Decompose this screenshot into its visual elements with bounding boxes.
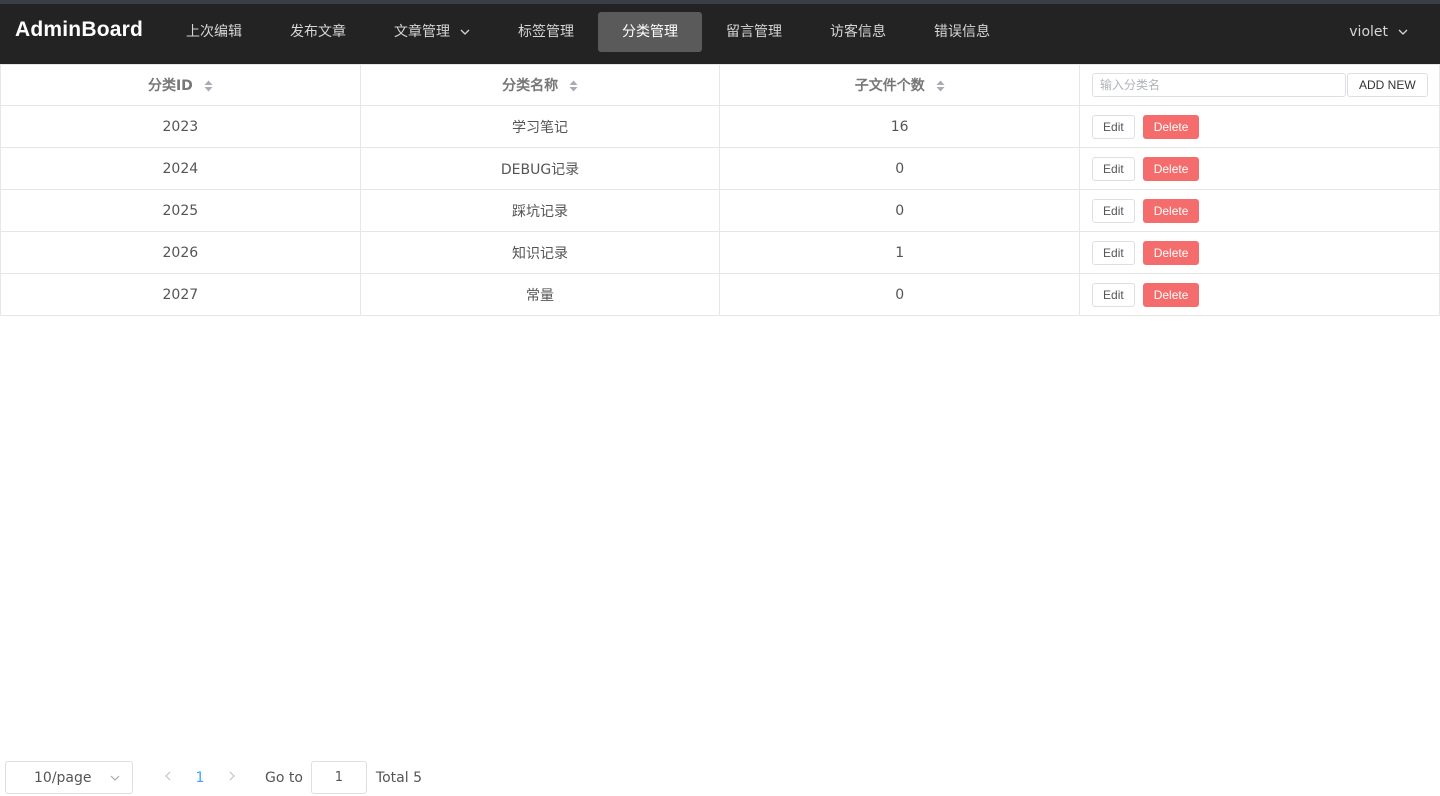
chevron-down-icon bbox=[1398, 29, 1408, 35]
category-table: 分类ID 分类名称 子文件个数 ADD NEW 2023 学习笔记 1 bbox=[0, 64, 1440, 316]
edit-button[interactable]: Edit bbox=[1092, 282, 1135, 307]
total-count: Total 5 bbox=[375, 769, 422, 786]
cell-name: 学习笔记 bbox=[359, 105, 721, 148]
column-header-count[interactable]: 子文件个数 bbox=[719, 64, 1081, 106]
cell-count: 1 bbox=[719, 231, 1081, 274]
goto-page-input[interactable] bbox=[310, 761, 367, 794]
table-header-row: 分类ID 分类名称 子文件个数 ADD NEW bbox=[0, 64, 1440, 106]
edit-button[interactable]: Edit bbox=[1092, 198, 1135, 223]
nav-item-errors[interactable]: 错误信息 bbox=[910, 12, 1014, 52]
chevron-down-icon bbox=[460, 29, 470, 35]
sort-caret-icon[interactable] bbox=[569, 80, 578, 92]
add-new-button[interactable]: ADD NEW bbox=[1347, 73, 1428, 97]
delete-button[interactable]: Delete bbox=[1142, 282, 1200, 307]
table-row: 2026 知识记录 1 Edit Delete bbox=[0, 231, 1440, 274]
nav-item-label: 错误信息 bbox=[934, 24, 990, 40]
nav-item-label: 标签管理 bbox=[518, 24, 574, 40]
nav-item-label: 分类管理 bbox=[622, 24, 678, 40]
nav-item-label: 发布文章 bbox=[290, 24, 346, 40]
category-name-input[interactable] bbox=[1092, 73, 1347, 97]
nav-item-visitors[interactable]: 访客信息 bbox=[806, 12, 910, 52]
table-row: 2027 常量 0 Edit Delete bbox=[0, 273, 1440, 316]
table-row: 2023 学习笔记 16 Edit Delete bbox=[0, 105, 1440, 148]
cell-id: 2024 bbox=[0, 147, 361, 190]
cell-actions: Edit Delete bbox=[1079, 147, 1440, 190]
nav-item-articles[interactable]: 文章管理 bbox=[370, 12, 494, 52]
delete-button[interactable]: Delete bbox=[1142, 156, 1200, 181]
cell-count: 16 bbox=[719, 105, 1081, 148]
delete-button[interactable]: Delete bbox=[1142, 198, 1200, 223]
main-nav: 上次编辑 发布文章 文章管理 标签管理 分类管理 留言管理 访客信息 错误信息 bbox=[162, 12, 1014, 52]
cell-name: 踩坑记录 bbox=[359, 189, 721, 232]
table-row: 2024 DEBUG记录 0 Edit Delete bbox=[0, 147, 1440, 190]
column-header-label: 子文件个数 bbox=[854, 78, 925, 94]
edit-button[interactable]: Edit bbox=[1092, 156, 1135, 181]
cell-id: 2026 bbox=[0, 231, 361, 274]
nav-item-label: 上次编辑 bbox=[186, 24, 242, 40]
nav-item-tags[interactable]: 标签管理 bbox=[494, 12, 598, 52]
chevron-down-icon bbox=[110, 775, 120, 781]
delete-button[interactable]: Delete bbox=[1142, 240, 1200, 265]
cell-name: 知识记录 bbox=[359, 231, 721, 274]
column-header-ops: ADD NEW bbox=[1079, 64, 1440, 106]
page-number[interactable]: 1 bbox=[181, 770, 219, 786]
user-name: violet bbox=[1349, 24, 1388, 40]
column-header-label: 分类名称 bbox=[502, 78, 559, 94]
column-header-label: 分类ID bbox=[147, 78, 193, 94]
cell-count: 0 bbox=[719, 189, 1081, 232]
edit-button[interactable]: Edit bbox=[1092, 240, 1135, 265]
cell-id: 2027 bbox=[0, 273, 361, 316]
column-header-name[interactable]: 分类名称 bbox=[359, 64, 721, 106]
chevron-left-icon[interactable] bbox=[155, 770, 181, 785]
top-navbar: AdminBoard 上次编辑 发布文章 文章管理 标签管理 分类管理 留言管理… bbox=[0, 0, 1440, 64]
goto-label: Go to bbox=[265, 769, 303, 786]
nav-item-label: 留言管理 bbox=[726, 24, 782, 40]
nav-item-last-edit[interactable]: 上次编辑 bbox=[162, 12, 266, 52]
cell-name: DEBUG记录 bbox=[359, 147, 721, 190]
cell-id: 2025 bbox=[0, 189, 361, 232]
page-size-value: 10/page bbox=[34, 769, 92, 786]
cell-actions: Edit Delete bbox=[1079, 189, 1440, 232]
delete-button[interactable]: Delete bbox=[1142, 114, 1200, 139]
cell-id: 2023 bbox=[0, 105, 361, 148]
nav-item-categories[interactable]: 分类管理 bbox=[598, 12, 702, 52]
user-menu[interactable]: violet bbox=[1349, 12, 1408, 52]
cell-count: 0 bbox=[719, 147, 1081, 190]
chevron-right-icon[interactable] bbox=[219, 770, 245, 785]
page-size-select[interactable]: 10/page bbox=[5, 761, 133, 794]
nav-item-label: 文章管理 bbox=[394, 24, 450, 40]
cell-actions: Edit Delete bbox=[1079, 231, 1440, 274]
column-header-id[interactable]: 分类ID bbox=[0, 64, 361, 106]
edit-button[interactable]: Edit bbox=[1092, 114, 1135, 139]
sort-caret-icon[interactable] bbox=[204, 80, 213, 92]
table-row: 2025 踩坑记录 0 Edit Delete bbox=[0, 189, 1440, 232]
nav-item-comments[interactable]: 留言管理 bbox=[702, 12, 806, 52]
cell-actions: Edit Delete bbox=[1079, 273, 1440, 316]
pagination: 10/page 1 Go to Total 5 bbox=[5, 761, 422, 794]
brand-logo[interactable]: AdminBoard bbox=[15, 18, 143, 42]
sort-caret-icon[interactable] bbox=[936, 80, 945, 92]
cell-name: 常量 bbox=[359, 273, 721, 316]
cell-actions: Edit Delete bbox=[1079, 105, 1440, 148]
nav-item-label: 访客信息 bbox=[830, 24, 886, 40]
nav-item-publish[interactable]: 发布文章 bbox=[266, 12, 370, 52]
cell-count: 0 bbox=[719, 273, 1081, 316]
